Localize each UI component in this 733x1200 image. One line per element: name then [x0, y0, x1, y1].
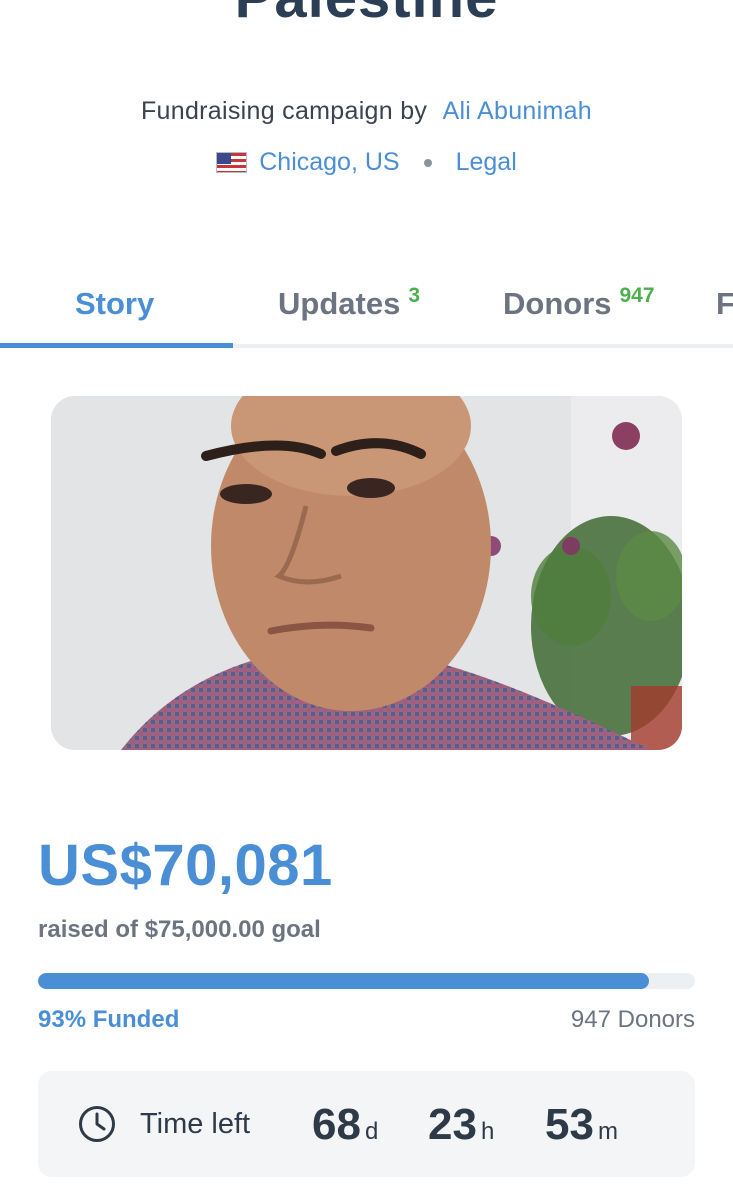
- time-left-label: Time left: [140, 1108, 251, 1140]
- minutes-unit: m: [597, 1118, 618, 1145]
- minutes-remaining: 53 m: [545, 1100, 618, 1150]
- tab-donors[interactable]: Donors 947: [503, 284, 655, 322]
- tab-updates[interactable]: Updates 3: [278, 284, 420, 322]
- funded-percent-label: 93% Funded: [38, 1006, 180, 1033]
- byline: Fundraising campaign by Ali Abunimah: [0, 97, 733, 126]
- byline-prefix: Fundraising campaign by: [140, 97, 428, 125]
- days-remaining: 68 d: [312, 1100, 378, 1150]
- clock-icon: [79, 1106, 115, 1142]
- active-tab-indicator: [0, 343, 233, 348]
- tab-story[interactable]: Story: [75, 286, 154, 322]
- tab-donors-badge: 947: [619, 284, 655, 307]
- tab-story-label: Story: [75, 286, 155, 321]
- hours-unit: h: [480, 1118, 495, 1145]
- tab-donors-label: Donors: [503, 286, 612, 321]
- time-left-panel: Time left 68 d 23 h 53 m: [38, 1071, 695, 1177]
- separator-dot: [423, 158, 432, 167]
- donors-count-label[interactable]: 947 Donors: [571, 1006, 695, 1034]
- funding-progress-fill: [38, 973, 649, 989]
- title-region: Palestine: [0, 0, 733, 36]
- goal-text: raised of $75,000.00 goal: [38, 916, 321, 943]
- tab-more-label: F: [716, 286, 733, 321]
- campaign-meta: Chicago, US Legal: [0, 148, 733, 177]
- category-link[interactable]: Legal: [456, 148, 517, 177]
- tab-more[interactable]: F: [716, 286, 733, 322]
- organizer-portrait-image: [51, 396, 682, 750]
- location-link[interactable]: Chicago, US: [259, 148, 399, 177]
- hours-value: 23: [428, 1100, 477, 1149]
- amount-raised: US$70,081: [38, 833, 333, 898]
- us-flag-icon: [216, 152, 248, 173]
- organizer-link[interactable]: Ali Abunimah: [442, 97, 592, 125]
- minutes-value: 53: [545, 1100, 594, 1149]
- tab-updates-label: Updates: [278, 286, 401, 321]
- days-unit: d: [364, 1118, 379, 1145]
- campaign-title: Palestine: [0, 0, 733, 31]
- funding-progress-bar: [38, 973, 695, 989]
- campaign-tabs: Story Updates 3 Donors 947 F: [0, 270, 733, 350]
- tab-updates-badge: 3: [408, 284, 420, 307]
- campaign-photo: [51, 396, 682, 750]
- days-value: 68: [312, 1100, 361, 1149]
- hours-remaining: 23 h: [428, 1100, 494, 1150]
